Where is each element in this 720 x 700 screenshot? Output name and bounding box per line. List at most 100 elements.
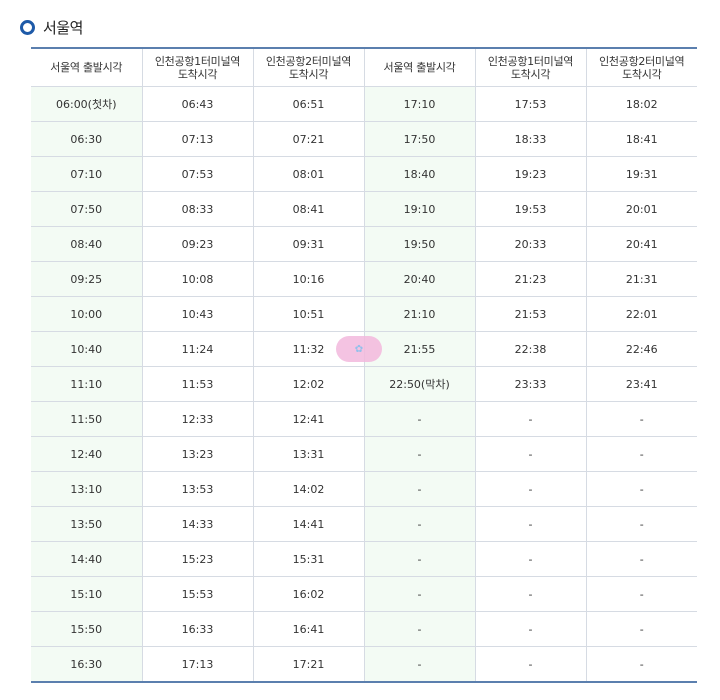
departure-time-cell: 20:40 [363,261,476,297]
departure-time-cell: - [363,471,476,507]
departure-time-cell: - [363,611,476,647]
departure-time-cell: 08:40 [31,226,143,262]
arrival-time-cell: 09:23 [141,226,254,262]
table-row: 12:40 13:23 13:31- - - [31,436,697,472]
arrival-time-cell: 23:41 [585,366,697,402]
column-header: 인천공항1터미널역 도착시각 [141,47,254,87]
departure-time-cell: 17:50 [363,121,476,157]
arrival-time-cell: 20:41 [585,226,697,262]
arrival-time-cell: 08:01 [252,156,365,192]
departure-time-cell: 09:25 [31,261,143,297]
departure-time-cell: 21:10 [363,296,476,332]
arrival-time-cell: 12:33 [141,401,254,437]
arrival-time-cell: 21:23 [474,261,587,297]
table-row: 07:50 08:33 08:41 19:10 19:53 20:01 [31,191,697,227]
arrival-time-cell: - [585,541,697,577]
table-row: 06:30 07:13 07:21 17:50 18:33 18:41 [31,121,697,157]
arrival-time-cell: 13:31 [252,436,365,472]
departure-time-cell: 18:40 [363,156,476,192]
arrival-time-cell: 07:21 [252,121,365,157]
arrival-time-cell: 19:23 [474,156,587,192]
departure-time-cell: 19:10 [363,191,476,227]
departure-time-cell: - [363,541,476,577]
departure-time-cell: 15:50 [31,611,143,647]
arrival-time-cell: 11:53 [141,366,254,402]
arrival-time-cell: 14:02 [252,471,365,507]
arrival-time-cell: 18:41 [585,121,697,157]
arrival-time-cell: - [585,436,697,472]
section-header: 서울역 [20,16,83,38]
arrival-time-cell: 18:33 [474,121,587,157]
arrival-time-cell: 15:23 [141,541,254,577]
table-row: 07:10 07:53 08:01 18:40 19:23 19:31 [31,156,697,192]
arrival-time-cell: 08:41 [252,191,365,227]
column-header: 서울역 출발시각 [363,47,476,87]
arrival-time-cell: 10:51 [252,296,365,332]
arrival-time-cell: 14:41 [252,506,365,542]
arrival-time-cell: 23:33 [474,366,587,402]
departure-time-cell: 13:10 [31,471,143,507]
departure-time-cell: 17:10 [363,86,476,122]
departure-time-cell: - [363,401,476,437]
arrival-time-cell: 12:41 [252,401,365,437]
arrival-time-cell: 19:53 [474,191,587,227]
arrival-time-cell: 15:53 [141,576,254,612]
arrival-time-cell: - [585,611,697,647]
column-header: 서울역 출발시각 [31,47,143,87]
arrival-time-cell: - [585,471,697,507]
arrival-time-cell: 10:16 [252,261,365,297]
arrival-time-cell: - [474,541,587,577]
departure-time-cell: 06:00(첫차) [31,86,143,122]
arrival-time-cell: 13:53 [141,471,254,507]
arrival-time-cell: - [585,576,697,612]
arrival-time-cell: 17:21 [252,646,365,683]
departure-time-cell: 15:10 [31,576,143,612]
arrival-time-cell: 21:31 [585,261,697,297]
arrival-time-cell: 07:13 [141,121,254,157]
arrival-time-cell: 18:02 [585,86,697,122]
table-row: 09:25 10:08 10:16 20:40 21:23 21:31 [31,261,697,297]
train-timetable: 서울역 출발시각 인천공항1터미널역 도착시각 인천공항2터미널역 도착시각 서울역 출발… [31,47,697,683]
departure-time-cell: 22:50(막차) [363,366,476,402]
departure-time-cell: 14:40 [31,541,143,577]
departure-time-cell: - [363,506,476,542]
arrival-time-cell: 11:24 [141,331,254,367]
departure-time-cell: 06:30 [31,121,143,157]
table-row: 14:40 15:23 15:31- - - [31,541,697,577]
arrival-time-cell: - [474,611,587,647]
column-header: 인천공항2터미널역 도착시각 [252,47,365,87]
arrival-time-cell: 20:01 [585,191,697,227]
table-row: 15:50 16:33 16:41- - - [31,611,697,647]
departure-time-cell: 13:50 [31,506,143,542]
departure-time-cell: 16:30 [31,646,143,683]
arrival-time-cell: 14:33 [141,506,254,542]
departure-time-cell: 07:10 [31,156,143,192]
table-row: 06:00(첫차) 06:43 06:51 17:10 17:53 18:02 [31,86,697,122]
departure-time-cell: 19:50 [363,226,476,262]
arrival-time-cell: 15:31 [252,541,365,577]
arrival-time-cell: 19:31 [585,156,697,192]
table-row: 11:50 12:33 12:41- - - [31,401,697,437]
table-row: 10:00 10:43 10:51 21:10 21:53 22:01 [31,296,697,332]
arrival-time-cell: 10:08 [141,261,254,297]
circle-bullet-icon [20,19,35,35]
timetable-body: 06:00(첫차) 06:43 06:51 17:10 17:53 18:02 06:30 0… [31,86,697,683]
arrival-time-cell: - [585,506,697,542]
table-row: 11:10 11:53 12:02 22:50(막차) 23:33 23:41 [31,366,697,402]
departure-time-cell: 12:40 [31,436,143,472]
arrival-time-cell: 08:33 [141,191,254,227]
arrival-time-cell: 21:53 [474,296,587,332]
arrival-time-cell: 16:02 [252,576,365,612]
arrival-time-cell: - [474,471,587,507]
departure-time-cell: 10:00 [31,296,143,332]
table-row: 15:10 15:53 16:02- - - [31,576,697,612]
table-row: 13:10 13:53 14:02- - - [31,471,697,507]
column-header: 인천공항2터미널역 도착시각 [585,47,697,87]
arrival-time-cell: - [474,506,587,542]
arrival-time-cell: 10:43 [141,296,254,332]
arrival-time-cell: - [585,401,697,437]
column-header: 인천공항1터미널역 도착시각 [474,47,587,87]
arrival-time-cell: 22:01 [585,296,697,332]
arrival-time-cell: - [474,401,587,437]
departure-time-cell: - [363,576,476,612]
